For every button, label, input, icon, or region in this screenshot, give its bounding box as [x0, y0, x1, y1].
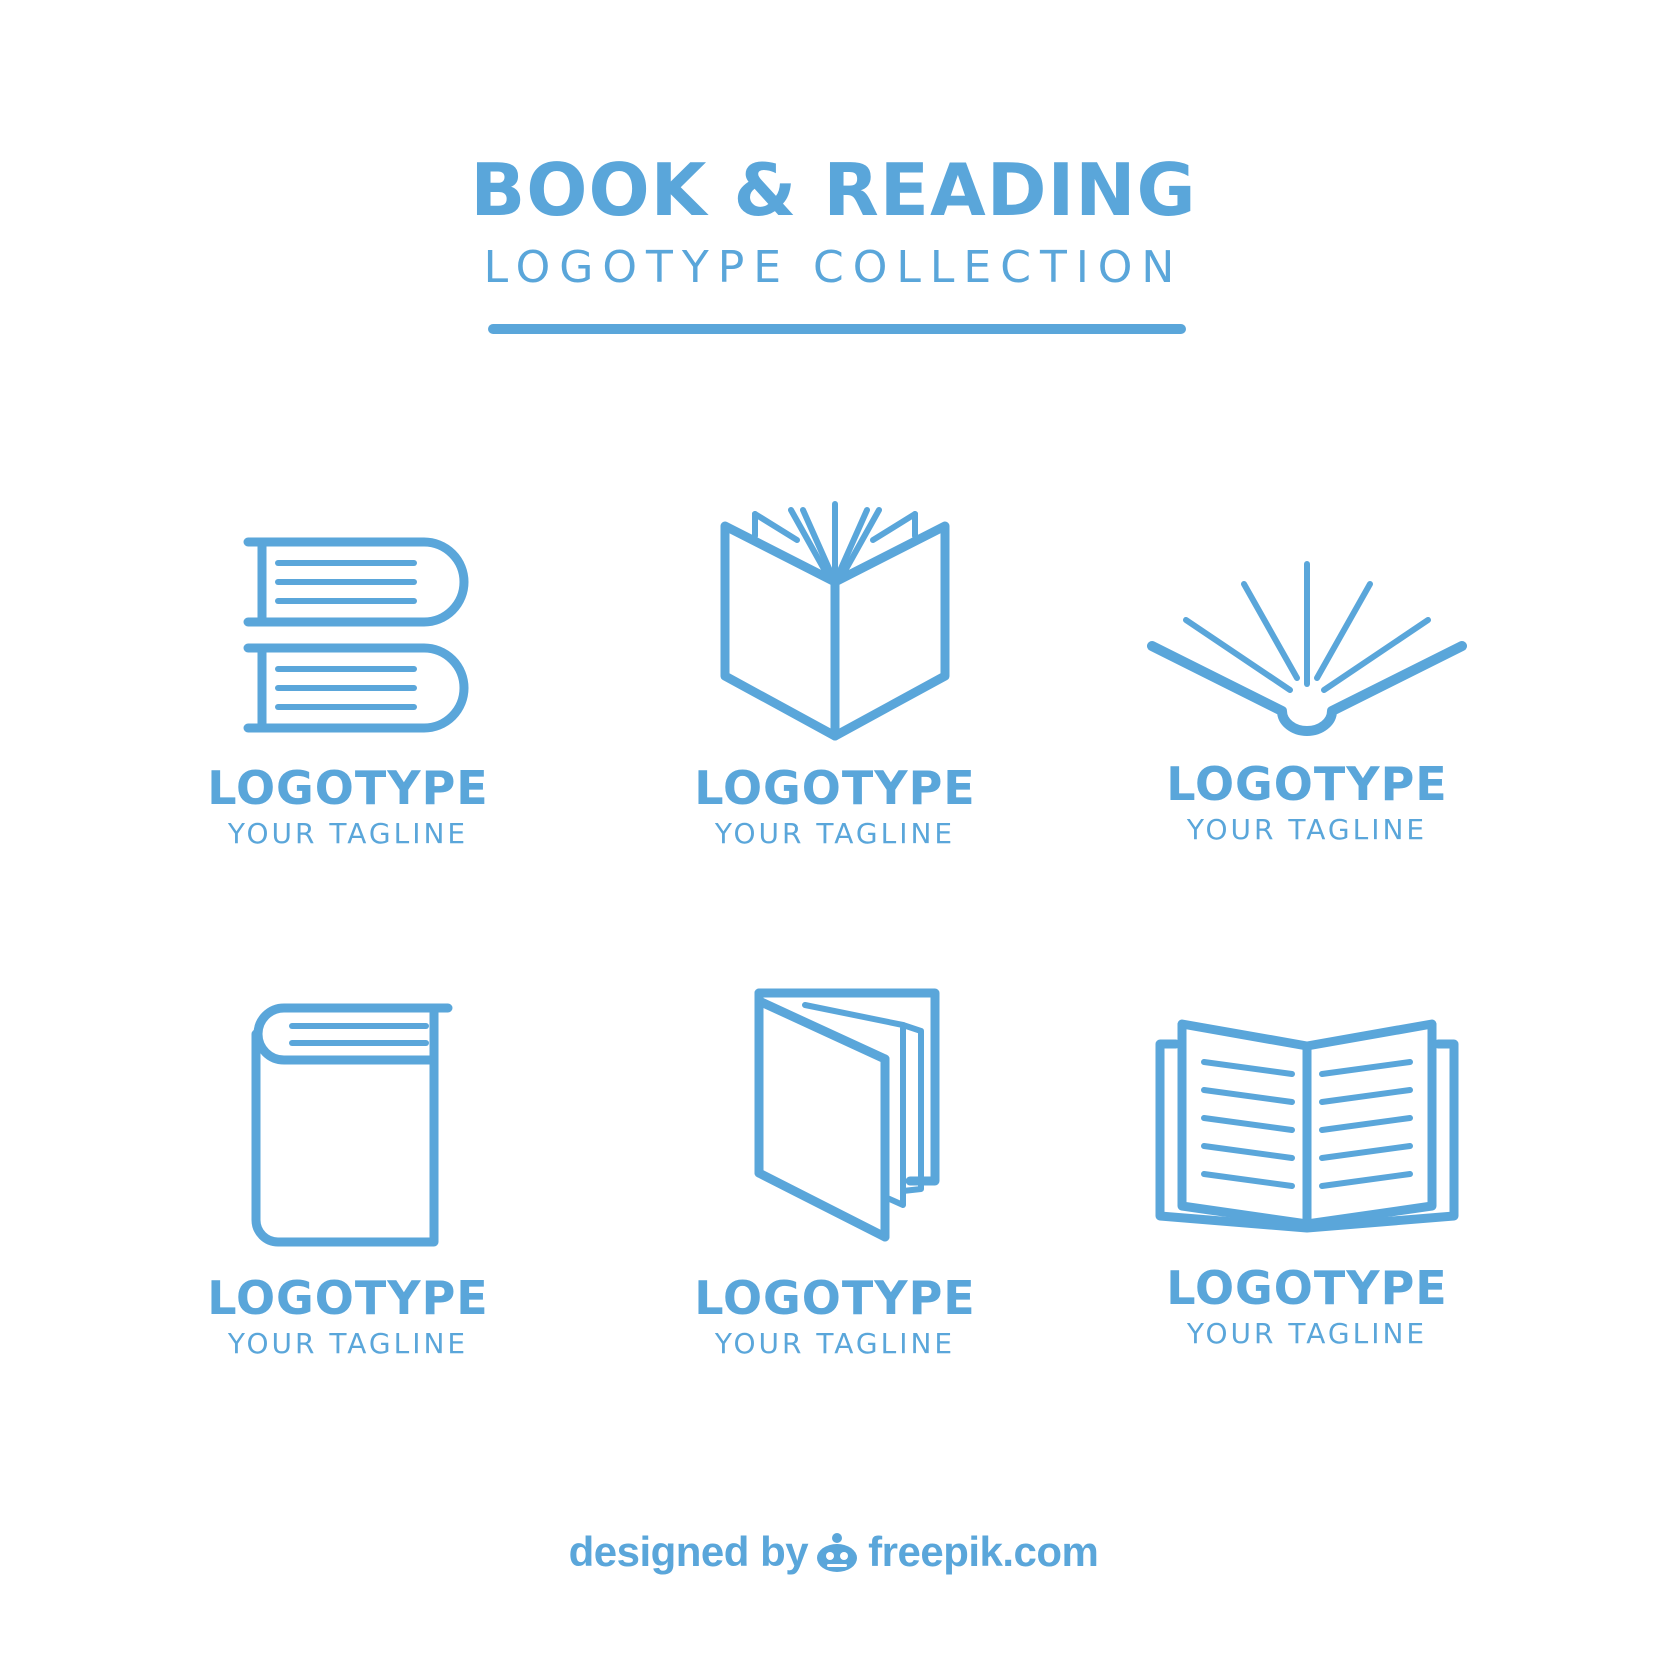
logo-card-3: LOGOTYPE YOUR TAGLINE [1097, 556, 1517, 848]
logo-tagline: YOUR TAGLINE [714, 1327, 956, 1360]
standing-book-icon [754, 988, 940, 1242]
logo-tagline: YOUR TAGLINE [227, 1327, 469, 1360]
page-title: BOOK & READING [470, 148, 1197, 232]
open-book-pages-icon [720, 501, 950, 741]
radiant-book-icon [1147, 561, 1467, 736]
logo-name: LOGOTYPE [1166, 1261, 1448, 1315]
designed-by-text: designed by [568, 1528, 809, 1575]
freepik-mascot-icon [814, 1530, 860, 1584]
logo-card-1: LOGOTYPE YOUR TAGLINE [138, 530, 558, 852]
logo-tagline: YOUR TAGLINE [1186, 1317, 1428, 1350]
title-underline [488, 324, 1186, 334]
logo-card-6: LOGOTYPE YOUR TAGLINE [1097, 1010, 1517, 1352]
logo-name: LOGOTYPE [1166, 757, 1448, 811]
logo-name: LOGOTYPE [694, 1271, 976, 1325]
footer-credit: designed by freepik.com [0, 1528, 1667, 1584]
header: BOOK & READING LOGOTYPE COLLECTION [0, 150, 1667, 298]
closed-book-icon [251, 1003, 453, 1247]
logo-name: LOGOTYPE [207, 761, 489, 815]
brand-text: freepik.com [868, 1528, 1099, 1575]
logo-name: LOGOTYPE [694, 761, 976, 815]
logo-card-2: LOGOTYPE YOUR TAGLINE [625, 500, 1045, 852]
logo-tagline: YOUR TAGLINE [1186, 813, 1428, 846]
open-book-lines-icon [1155, 1019, 1459, 1233]
page-subtitle: LOGOTYPE COLLECTION [483, 242, 1184, 293]
logo-tagline: YOUR TAGLINE [714, 817, 956, 850]
logo-card-4: LOGOTYPE YOUR TAGLINE [138, 1000, 558, 1362]
stacked-books-icon [243, 537, 469, 733]
logo-tagline: YOUR TAGLINE [227, 817, 469, 850]
logo-card-5: LOGOTYPE YOUR TAGLINE [625, 985, 1045, 1362]
logo-name: LOGOTYPE [207, 1271, 489, 1325]
